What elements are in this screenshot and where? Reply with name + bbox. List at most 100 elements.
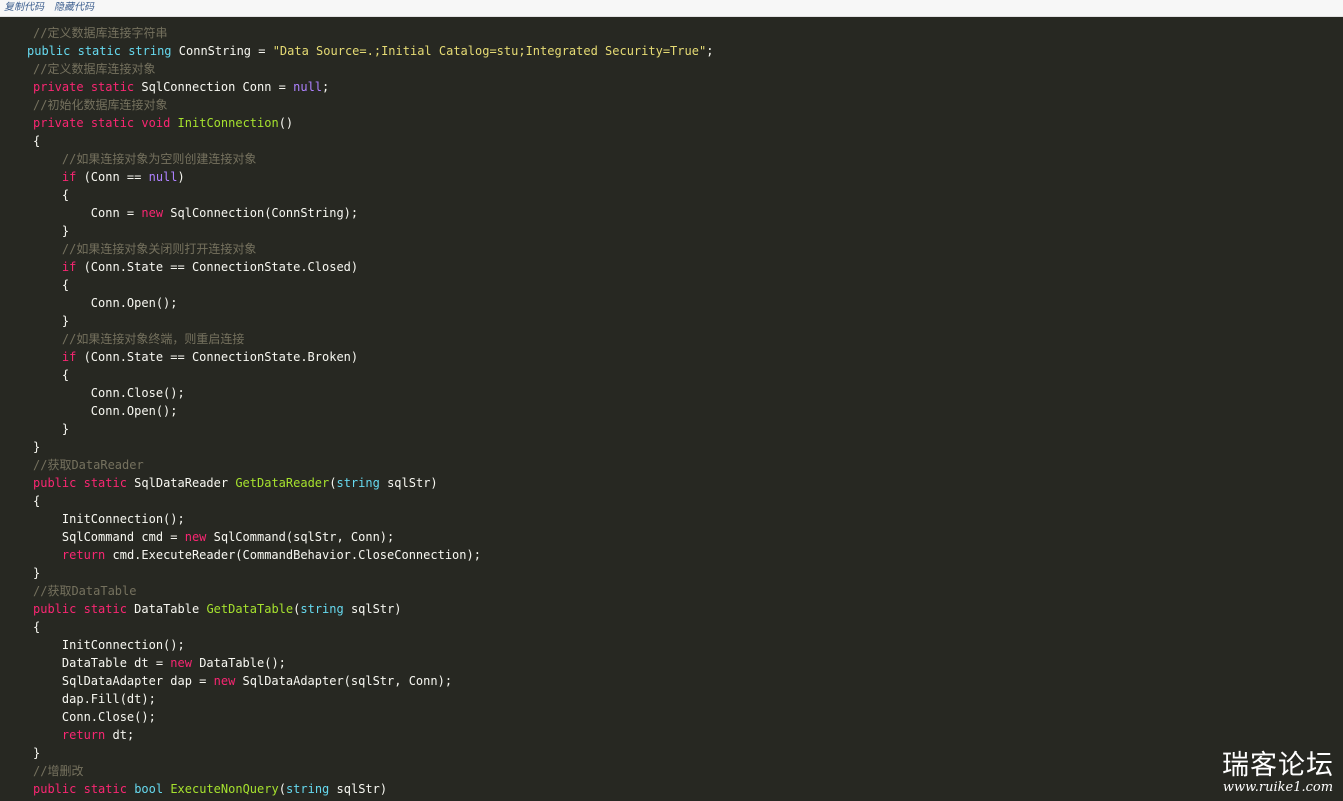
code-token: string bbox=[300, 602, 344, 616]
code-token: } bbox=[33, 314, 70, 328]
code-line: Conn.Close(); bbox=[0, 384, 1343, 402]
code-line: //定义数据库连接字符串 bbox=[0, 24, 1343, 42]
code-line: //初始化数据库连接对象 bbox=[0, 96, 1343, 114]
code-token: (Conn.State == ConnectionState.Broken) bbox=[76, 350, 359, 364]
code-token: GetDataReader bbox=[235, 476, 330, 490]
code-token: public bbox=[33, 476, 77, 490]
code-line: if (Conn.State == ConnectionState.Closed… bbox=[0, 258, 1343, 276]
code-token: dap.Fill(dt); bbox=[33, 692, 156, 706]
code-token: SqlCommand(sqlStr, Conn); bbox=[206, 530, 395, 544]
code-token: SqlConnection(ConnString); bbox=[163, 206, 359, 220]
code-line: if (Conn.State == ConnectionState.Broken… bbox=[0, 348, 1343, 366]
code-token: if bbox=[61, 350, 77, 364]
code-token: { bbox=[33, 368, 70, 382]
code-token: } bbox=[33, 224, 70, 238]
code-token: static bbox=[90, 80, 135, 94]
code-token: static bbox=[83, 602, 127, 616]
code-token: static bbox=[83, 476, 127, 490]
code-token: //初始化数据库连接对象 bbox=[33, 98, 168, 112]
code-token: Conn.Open(); bbox=[33, 296, 178, 310]
code-line: DataTable dt = new DataTable(); bbox=[0, 654, 1343, 672]
code-token: sqlStr) bbox=[379, 476, 438, 490]
code-line: { bbox=[0, 492, 1343, 510]
code-token: new bbox=[184, 530, 207, 544]
code-token: } bbox=[33, 422, 70, 436]
code-block: //定义数据库连接字符串 public static string ConnStr… bbox=[0, 24, 1343, 798]
code-line: public static DataTable GetDataTable(str… bbox=[0, 600, 1343, 618]
code-token: Conn.Close(); bbox=[33, 710, 156, 724]
code-token: (Conn == bbox=[76, 170, 149, 184]
code-line: } bbox=[0, 564, 1343, 582]
code-token: public bbox=[33, 602, 77, 616]
code-token: InitConnection bbox=[177, 116, 279, 130]
code-token: ) bbox=[177, 170, 185, 184]
code-token: SqlConnection Conn = bbox=[134, 80, 294, 94]
code-line: //定义数据库连接对象 bbox=[0, 60, 1343, 78]
code-token: SqlDataAdapter dap = bbox=[33, 674, 214, 688]
code-line: } bbox=[0, 420, 1343, 438]
code-token: Conn.Close(); bbox=[33, 386, 185, 400]
code-line: { bbox=[0, 618, 1343, 636]
code-token: static bbox=[90, 116, 135, 130]
code-line: //获取DataReader bbox=[0, 456, 1343, 474]
code-token: string bbox=[285, 782, 330, 796]
code-line: //增删改 bbox=[0, 762, 1343, 780]
code-token: } bbox=[33, 746, 41, 760]
code-token: ; bbox=[322, 80, 330, 94]
code-token: } bbox=[33, 440, 41, 454]
code-line: { bbox=[0, 276, 1343, 294]
code-line: public static string ConnString = "Data … bbox=[0, 42, 1343, 60]
code-toolbar: 复制代码 隐藏代码 bbox=[0, 0, 1343, 17]
code-line: Conn.Open(); bbox=[0, 402, 1343, 420]
code-token: cmd.ExecuteReader(CommandBehavior.CloseC… bbox=[105, 548, 481, 562]
code-line: //如果连接对象关闭则打开连接对象 bbox=[0, 240, 1343, 258]
code-line: Conn = new SqlConnection(ConnString); bbox=[0, 204, 1343, 222]
code-token: void bbox=[141, 116, 171, 130]
code-token: new bbox=[170, 656, 192, 670]
code-line: SqlCommand cmd = new SqlCommand(sqlStr, … bbox=[0, 528, 1343, 546]
code-token: ConnString = bbox=[171, 44, 273, 58]
code-token: sqlStr) bbox=[329, 782, 388, 796]
code-token: null bbox=[293, 80, 323, 94]
code-token: public bbox=[27, 44, 71, 58]
code-token: DataTable(); bbox=[191, 656, 286, 670]
code-token: { bbox=[33, 620, 41, 634]
code-line: InitConnection(); bbox=[0, 510, 1343, 528]
code-token: { bbox=[33, 134, 41, 148]
code-token: //如果连接对象为空则创建连接对象 bbox=[61, 152, 257, 166]
code-token: sqlStr) bbox=[343, 602, 402, 616]
code-token: dt; bbox=[105, 728, 135, 742]
code-token: static bbox=[83, 782, 127, 796]
code-token: () bbox=[278, 116, 294, 130]
code-line: public static SqlDataReader GetDataReade… bbox=[0, 474, 1343, 492]
code-token: static bbox=[77, 44, 121, 58]
watermark-title: 瑞客论坛 bbox=[1222, 750, 1334, 781]
code-token: private bbox=[33, 116, 84, 130]
code-token: //如果连接对象终端，则重启连接 bbox=[61, 332, 245, 346]
code-token: ExecuteNonQuery bbox=[170, 782, 279, 796]
code-token: bool bbox=[134, 782, 164, 796]
code-token: "Data Source=.;Initial Catalog=stu;Integ… bbox=[272, 44, 707, 58]
code-token: return bbox=[61, 548, 106, 562]
code-token: public bbox=[33, 782, 77, 796]
code-token: string bbox=[336, 476, 380, 490]
copy-code-link[interactable]: 复制代码 bbox=[4, 2, 44, 14]
code-line: { bbox=[0, 186, 1343, 204]
code-line: } bbox=[0, 312, 1343, 330]
code-token: } bbox=[33, 566, 41, 580]
code-token: { bbox=[33, 494, 41, 508]
hide-code-link[interactable]: 隐藏代码 bbox=[54, 2, 94, 14]
code-token: DataTable bbox=[126, 602, 207, 616]
code-line: //如果连接对象为空则创建连接对象 bbox=[0, 150, 1343, 168]
code-token: (Conn.State == ConnectionState.Closed) bbox=[76, 260, 359, 274]
watermark-url: www.ruike1.com bbox=[1222, 780, 1334, 795]
code-token: //定义数据库连接对象 bbox=[33, 62, 156, 76]
code-token: ; bbox=[706, 44, 714, 58]
